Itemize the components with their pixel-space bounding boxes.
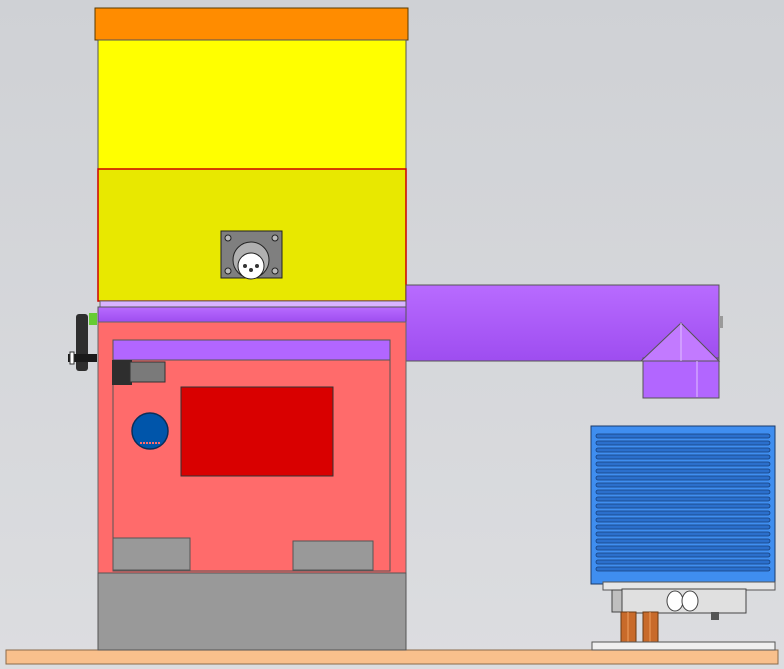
heat-sink-fin	[595, 496, 771, 502]
motor-plug	[112, 360, 166, 385]
foot-plate	[591, 641, 776, 651]
heat-sink-fin	[595, 503, 771, 509]
heat-sink-fin	[595, 559, 771, 565]
heat-sink-fin	[595, 517, 771, 523]
heat-sink-fin	[595, 566, 771, 572]
base-block	[97, 572, 407, 651]
heat-sink-fin	[595, 468, 771, 474]
heat-sink-fin	[595, 510, 771, 516]
heat-sink-fin	[595, 531, 771, 537]
heat-sink-fin	[595, 440, 771, 446]
heat-sink-fin	[595, 538, 771, 544]
base-plate	[5, 649, 779, 665]
hopper-cap	[94, 7, 409, 41]
heat-sink-fin	[595, 475, 771, 481]
heat-sink-fin	[595, 545, 771, 551]
internal-tube	[112, 339, 391, 361]
heat-sink	[590, 425, 776, 591]
control-panel	[180, 386, 334, 477]
heat-sink-fin	[595, 454, 771, 460]
pad-left	[112, 537, 191, 571]
heat-sink-fin	[595, 433, 771, 439]
circular-connector	[220, 230, 283, 280]
heat-sink-fin	[595, 552, 771, 558]
heat-sink-fin	[595, 447, 771, 453]
cad-assembly-view	[0, 0, 784, 669]
heat-sink-fin	[595, 461, 771, 467]
heat-sink-fin	[595, 482, 771, 488]
knob	[131, 412, 169, 450]
pad-right	[292, 540, 374, 571]
hopper-plate	[99, 300, 409, 308]
hopper-upper-section	[97, 39, 407, 170]
heat-sink-fin	[595, 489, 771, 495]
heat-sink-fin	[595, 524, 771, 530]
